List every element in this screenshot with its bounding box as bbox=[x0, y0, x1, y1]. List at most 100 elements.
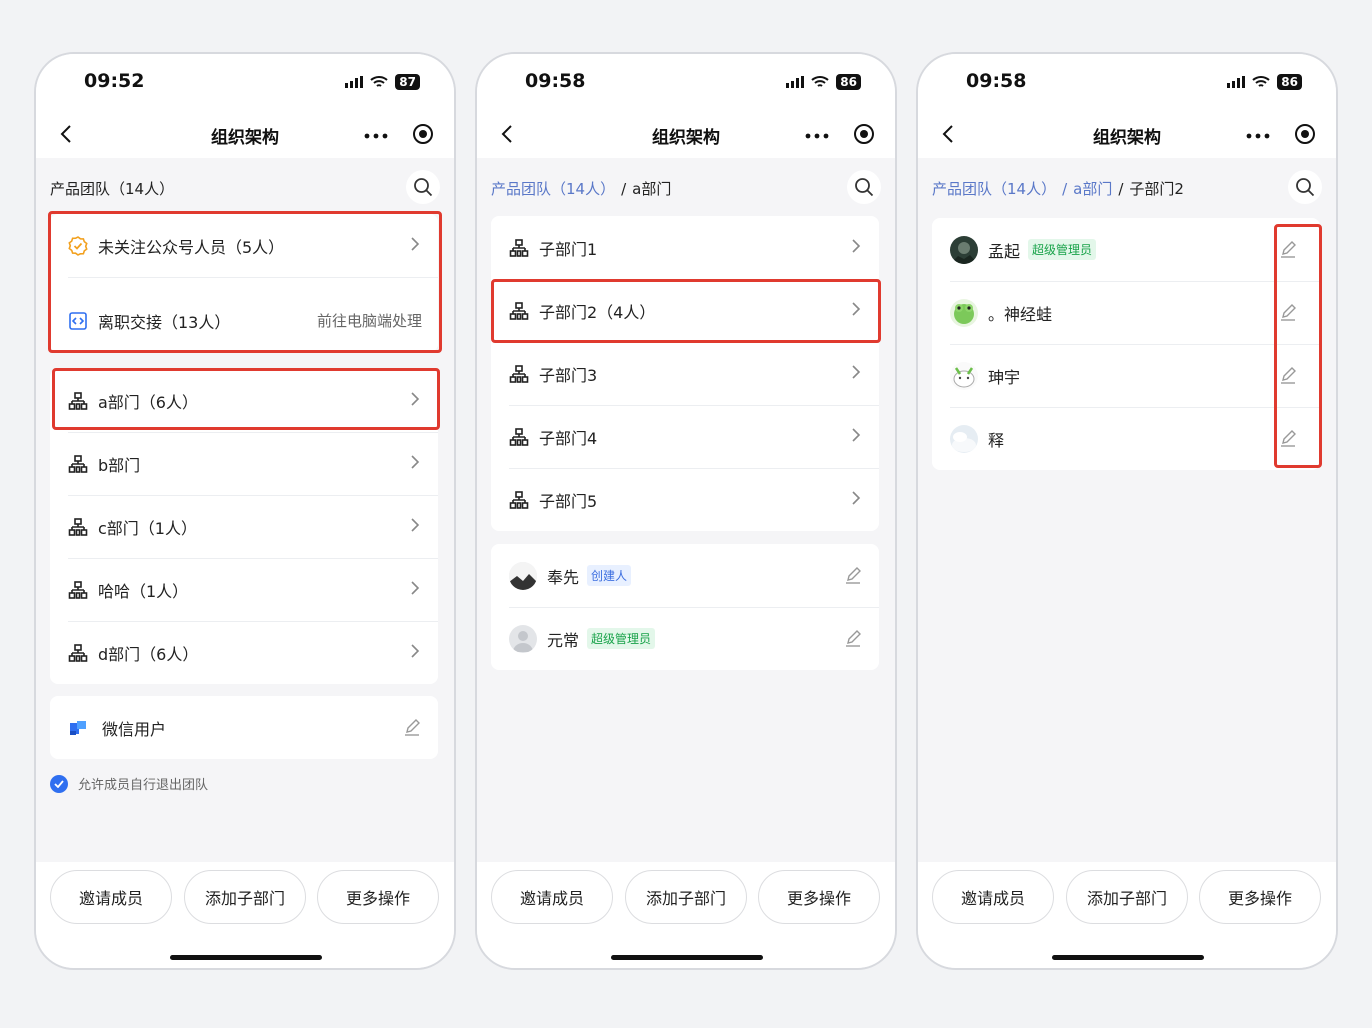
list-item-resign-handover[interactable]: 离职交接（13人） 前往电脑端处理 bbox=[50, 277, 438, 352]
dept-item[interactable]: d部门（6人） bbox=[50, 621, 438, 684]
org-tree-icon bbox=[68, 454, 88, 474]
dept-item[interactable]: c部门（1人） bbox=[50, 495, 438, 558]
edit-pencil-icon[interactable] bbox=[1278, 429, 1298, 449]
nav-bar: 组织架构 bbox=[918, 112, 1336, 158]
breadcrumb: 产品团队（14人） / a部门 / 子部门2 bbox=[932, 170, 1322, 206]
list-item-unfollowed[interactable]: 未关注公众号人员（5人） bbox=[50, 214, 438, 277]
dept-item[interactable]: 子部门3 bbox=[491, 342, 879, 405]
status-time: 09:58 bbox=[966, 70, 1027, 92]
member-name: 。神经蛙 bbox=[988, 304, 1053, 324]
dept-label: c部门（1人） bbox=[98, 518, 197, 538]
wechat-user-icon bbox=[68, 718, 88, 738]
add-subdept-button[interactable]: 添加子部门 bbox=[184, 870, 306, 924]
breadcrumb-root[interactable]: 产品团队（14人） bbox=[491, 180, 615, 198]
wifi-icon bbox=[1252, 75, 1270, 89]
search-button[interactable] bbox=[406, 170, 440, 204]
dept-label: 子部门4 bbox=[539, 428, 598, 448]
search-button[interactable] bbox=[1288, 170, 1322, 204]
edit-pencil-icon[interactable] bbox=[1278, 366, 1298, 386]
chevron-right-icon bbox=[851, 490, 861, 506]
avatar bbox=[950, 235, 978, 264]
more-dots-icon[interactable] bbox=[364, 132, 388, 140]
handover-doc-icon bbox=[68, 311, 88, 331]
org-tree-icon bbox=[509, 427, 529, 447]
member-item[interactable]: 。神经蛙 bbox=[932, 281, 1320, 344]
desktop-action-link[interactable]: 前往电脑端处理 bbox=[317, 310, 422, 331]
member-item[interactable]: 奉先 创建人 bbox=[491, 544, 879, 607]
wechat-user-card: 微信用户 bbox=[50, 696, 438, 759]
chevron-right-icon bbox=[410, 643, 420, 659]
search-icon bbox=[413, 177, 433, 197]
more-actions-button[interactable]: 更多操作 bbox=[317, 870, 439, 924]
target-circle-icon[interactable] bbox=[853, 123, 875, 145]
dept-item[interactable]: 子部门5 bbox=[491, 468, 879, 531]
dept-item[interactable]: 哈哈（1人） bbox=[50, 558, 438, 621]
dept-item[interactable]: 子部门1 bbox=[491, 216, 879, 279]
home-indicator bbox=[1052, 955, 1204, 960]
dept-label: 子部门3 bbox=[539, 365, 598, 385]
member-item[interactable]: 孟起 超级管理员 bbox=[932, 218, 1320, 281]
more-actions-button[interactable]: 更多操作 bbox=[758, 870, 880, 924]
member-list: 孟起 超级管理员 。神经蛙 珅宇 释 bbox=[932, 218, 1320, 470]
breadcrumb-root[interactable]: 产品团队（14人） bbox=[50, 180, 174, 198]
checkbox-checked-icon[interactable] bbox=[50, 774, 68, 793]
chevron-right-icon bbox=[410, 580, 420, 596]
member-item[interactable]: 元常 超级管理员 bbox=[491, 607, 879, 670]
member-name: 孟起 bbox=[988, 241, 1021, 261]
search-button[interactable] bbox=[847, 170, 881, 204]
dept-label: a部门（6人） bbox=[98, 392, 198, 412]
phone-screen-1: 09:52 87 组织架构 产品团队（14人） 未关注公众号人员（5人） 离职交… bbox=[34, 52, 456, 970]
battery-icon: 86 bbox=[1277, 74, 1302, 90]
chevron-right-icon bbox=[851, 238, 861, 254]
invite-member-button[interactable]: 邀请成员 bbox=[932, 870, 1054, 924]
bottom-actions: 邀请成员 添加子部门 更多操作 bbox=[918, 862, 1336, 968]
avatar bbox=[509, 561, 537, 590]
chevron-right-icon bbox=[410, 454, 420, 470]
allow-exit-label: 允许成员自行退出团队 bbox=[78, 778, 209, 793]
add-subdept-button[interactable]: 添加子部门 bbox=[1066, 870, 1188, 924]
org-tree-icon bbox=[509, 301, 529, 321]
org-tree-icon bbox=[509, 238, 529, 258]
breadcrumb-root[interactable]: 产品团队（14人） bbox=[932, 180, 1056, 198]
edit-pencil-icon[interactable] bbox=[1278, 240, 1298, 260]
edit-pencil-icon[interactable] bbox=[843, 566, 863, 586]
role-badge: 超级管理员 bbox=[1028, 239, 1097, 260]
avatar bbox=[509, 624, 537, 653]
allow-exit-option[interactable]: 允许成员自行退出团队 bbox=[50, 774, 208, 793]
edit-pencil-icon[interactable] bbox=[1278, 303, 1298, 323]
more-dots-icon[interactable] bbox=[805, 132, 829, 140]
breadcrumb-level-2[interactable]: a部门 bbox=[1073, 180, 1112, 198]
target-circle-icon[interactable] bbox=[1294, 123, 1316, 145]
chevron-right-icon bbox=[410, 391, 420, 407]
org-tree-icon bbox=[68, 580, 88, 600]
phone-screen-3: 09:58 86 组织架构 产品团队（14人） / a部门 / 子部门2 孟起 超级管理… bbox=[916, 52, 1338, 970]
dept-item[interactable]: a部门（6人） bbox=[50, 369, 438, 432]
chevron-right-icon bbox=[851, 364, 861, 380]
role-badge: 超级管理员 bbox=[587, 628, 656, 649]
nav-bar: 组织架构 bbox=[36, 112, 454, 158]
wechat-user-item[interactable]: 微信用户 bbox=[50, 696, 438, 759]
dept-label: 哈哈（1人） bbox=[98, 581, 189, 601]
edit-pencil-icon[interactable] bbox=[402, 718, 422, 738]
more-dots-icon[interactable] bbox=[1246, 132, 1270, 140]
more-actions-button[interactable]: 更多操作 bbox=[1199, 870, 1321, 924]
invite-member-button[interactable]: 邀请成员 bbox=[50, 870, 172, 924]
verified-badge-icon bbox=[68, 235, 88, 256]
member-item[interactable]: 释 bbox=[932, 407, 1320, 470]
breadcrumb-separator: / bbox=[621, 180, 627, 198]
add-subdept-button[interactable]: 添加子部门 bbox=[625, 870, 747, 924]
home-indicator bbox=[611, 955, 763, 960]
invite-member-button[interactable]: 邀请成员 bbox=[491, 870, 613, 924]
target-circle-icon[interactable] bbox=[412, 123, 434, 145]
member-name: 释 bbox=[988, 430, 1005, 450]
battery-icon: 86 bbox=[836, 74, 861, 90]
cellular-signal-icon bbox=[786, 76, 804, 88]
edit-pencil-icon[interactable] bbox=[843, 629, 863, 649]
dept-label: b部门 bbox=[98, 455, 141, 475]
member-item[interactable]: 珅宇 bbox=[932, 344, 1320, 407]
dept-item[interactable]: b部门 bbox=[50, 432, 438, 495]
dept-item[interactable]: 子部门2（4人） bbox=[491, 279, 879, 342]
wifi-icon bbox=[811, 75, 829, 89]
list-item-label: 离职交接（13人） bbox=[98, 312, 231, 332]
dept-item[interactable]: 子部门4 bbox=[491, 405, 879, 468]
